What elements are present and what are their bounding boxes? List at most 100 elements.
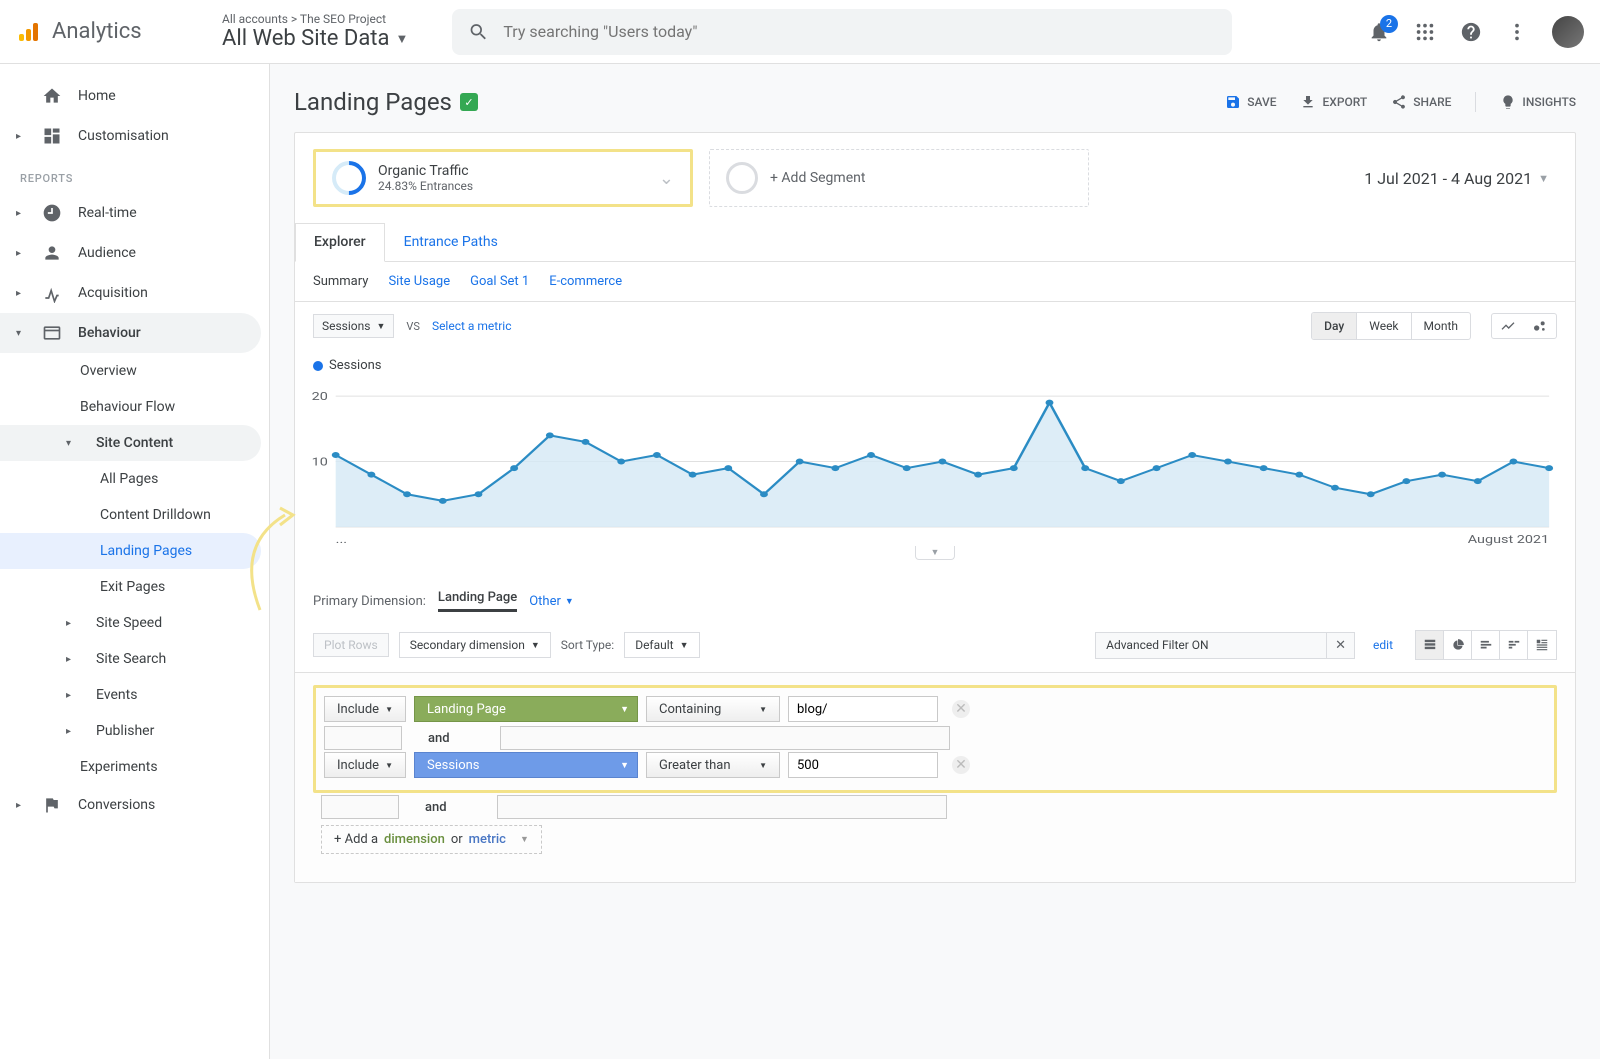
filter-include-select-2[interactable]: Include▼ — [324, 752, 406, 778]
filter-include-select-1[interactable]: Include▼ — [324, 696, 406, 722]
sidebar-item-landing-pages[interactable]: Landing Pages — [0, 533, 261, 569]
sidebar-item-behaviour-flow[interactable]: Behaviour Flow — [0, 389, 269, 425]
add-segment-button[interactable]: + Add Segment — [709, 149, 1089, 207]
filter-builder: Include▼ Landing Page▼ Containing▼ ✕ and… — [295, 673, 1575, 882]
save-button[interactable]: SAVE — [1225, 94, 1276, 110]
primary-dimension-other[interactable]: Other▼ — [529, 594, 574, 609]
behaviour-icon — [42, 323, 62, 343]
delete-filter-row-1[interactable]: ✕ — [952, 700, 970, 718]
secondary-dimension-select[interactable]: Secondary dimension▼ — [399, 632, 551, 658]
sidebar-item-site-search[interactable]: ▸Site Search — [0, 641, 269, 677]
help-icon[interactable] — [1460, 21, 1482, 43]
sidebar-item-experiments[interactable]: Experiments — [0, 749, 269, 785]
sidebar-item-conversions[interactable]: ▸Conversions — [0, 785, 269, 825]
insights-button[interactable]: INSIGHTS — [1500, 94, 1576, 110]
chart-type-motion[interactable] — [1524, 314, 1556, 338]
page-title: Landing Pages✓ — [294, 88, 478, 116]
granularity-day[interactable]: Day — [1312, 313, 1357, 339]
add-filter-button[interactable]: + Add a dimension or metric ▼ — [321, 825, 542, 854]
filter-dimension-select-1[interactable]: Landing Page▼ — [414, 696, 638, 722]
segment-name: Organic Traffic — [378, 163, 473, 179]
product-logo[interactable]: Analytics — [16, 19, 206, 44]
avatar[interactable] — [1552, 16, 1584, 48]
tab-entrance-paths[interactable]: Entrance Paths — [385, 223, 517, 261]
chart-expand-handle[interactable]: ▼ — [915, 546, 955, 560]
filter-metric-select-2[interactable]: Sessions▼ — [414, 752, 638, 778]
sidebar-item-publisher[interactable]: ▸Publisher — [0, 713, 269, 749]
view-pivot[interactable] — [1528, 631, 1556, 659]
sort-type-select[interactable]: Default▼ — [624, 632, 699, 658]
export-button[interactable]: EXPORT — [1300, 94, 1367, 110]
sidebar-item-audience[interactable]: ▸Audience — [0, 233, 269, 273]
primary-dimension-label: Primary Dimension: — [313, 594, 426, 609]
sidebar-item-customisation[interactable]: ▸Customisation — [0, 116, 269, 156]
subtab-site-usage[interactable]: Site Usage — [388, 274, 450, 289]
insights-icon — [1500, 94, 1516, 110]
report-card: Organic Traffic 24.83% Entrances ⌄ + Add… — [294, 132, 1576, 883]
topbar: Analytics All accounts > The SEO Project… — [0, 0, 1600, 64]
plot-rows-button[interactable]: Plot Rows — [313, 633, 389, 657]
segments-bar: Organic Traffic 24.83% Entrances ⌄ + Add… — [295, 133, 1575, 223]
filter-value-input-2[interactable] — [788, 752, 938, 778]
sidebar-item-overview[interactable]: Overview — [0, 353, 269, 389]
sidebar-item-all-pages[interactable]: All Pages — [0, 461, 269, 497]
download-icon — [1300, 94, 1316, 110]
pivot-icon — [1535, 638, 1549, 652]
search-box[interactable] — [452, 9, 1232, 55]
notifications-button[interactable]: 2 — [1368, 21, 1390, 43]
chart-type-line[interactable] — [1492, 314, 1524, 338]
view-comparison[interactable] — [1500, 631, 1528, 659]
sidebar-item-home[interactable]: Home — [0, 76, 269, 116]
page-header: Landing Pages✓ SAVE EXPORT SHARE INSIGHT… — [294, 88, 1576, 116]
view-name: All Web Site Data▼ — [222, 26, 408, 51]
analytics-logo-icon — [16, 20, 40, 44]
svg-text:...: ... — [336, 534, 347, 547]
filter-operator-select-2[interactable]: Greater than▼ — [646, 752, 780, 778]
sidebar-item-realtime[interactable]: ▸Real-time — [0, 193, 269, 233]
primary-dimension-active[interactable]: Landing Page — [438, 590, 517, 612]
acquisition-icon — [42, 283, 62, 303]
apps-icon[interactable] — [1414, 21, 1436, 43]
subtab-ecommerce[interactable]: E-commerce — [549, 274, 622, 289]
sidebar-item-site-content[interactable]: ▾Site Content — [0, 425, 261, 461]
view-pie[interactable] — [1444, 631, 1472, 659]
sidebar-item-behaviour[interactable]: ▾Behaviour — [0, 313, 261, 353]
svg-text:August 2021: August 2021 — [1468, 534, 1549, 547]
view-table[interactable] — [1416, 631, 1444, 659]
share-button[interactable]: SHARE — [1391, 94, 1451, 110]
chevron-down-icon: ▼ — [520, 834, 529, 845]
sidebar-item-events[interactable]: ▸Events — [0, 677, 269, 713]
primary-metric-select[interactable]: Sessions▼ — [313, 314, 394, 338]
and-label: and — [407, 800, 447, 815]
subtab-summary[interactable]: Summary — [313, 274, 368, 289]
svg-text:10: 10 — [312, 456, 328, 469]
tab-explorer[interactable]: Explorer — [295, 223, 385, 262]
granularity-week[interactable]: Week — [1357, 313, 1411, 339]
expand-icon: ▸ — [66, 654, 76, 665]
chart-type-toggle — [1491, 313, 1557, 339]
expand-icon: ▸ — [16, 131, 26, 142]
sidebar-item-acquisition[interactable]: ▸Acquisition — [0, 273, 269, 313]
filter-value-input-1[interactable] — [788, 696, 938, 722]
filter-row-2: Include▼ Sessions▼ Greater than▼ ✕ — [324, 752, 1546, 778]
compare-metric-link[interactable]: Select a metric — [432, 319, 512, 333]
sidebar-section-reports: REPORTS — [0, 156, 269, 193]
expand-icon: ▸ — [16, 800, 26, 811]
subtab-goal-set-1[interactable]: Goal Set 1 — [470, 274, 529, 289]
filter-operator-select-1[interactable]: Containing▼ — [646, 696, 780, 722]
verified-shield-icon: ✓ — [460, 93, 478, 111]
delete-filter-row-2[interactable]: ✕ — [952, 756, 970, 774]
chevron-down-icon: ▼ — [620, 704, 629, 715]
date-range-picker[interactable]: 1 Jul 2021 - 4 Aug 2021▼ — [1364, 169, 1557, 188]
segment-organic-traffic[interactable]: Organic Traffic 24.83% Entrances ⌄ — [313, 149, 693, 207]
search-input[interactable] — [503, 22, 1216, 41]
clear-filter-button[interactable]: ✕ — [1326, 633, 1354, 658]
granularity-month[interactable]: Month — [1412, 313, 1470, 339]
notification-badge: 2 — [1380, 15, 1398, 33]
account-picker[interactable]: All accounts > The SEO Project All Web S… — [222, 12, 408, 51]
view-bar[interactable] — [1472, 631, 1500, 659]
expand-icon: ▸ — [16, 288, 26, 299]
product-name: Analytics — [52, 19, 142, 44]
more-icon[interactable] — [1506, 21, 1528, 43]
edit-filter-link[interactable]: edit — [1373, 638, 1393, 652]
